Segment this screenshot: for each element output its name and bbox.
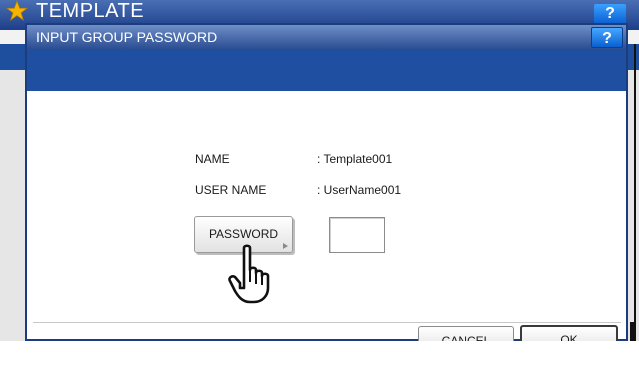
background-window-title: TEMPLATE [36, 0, 145, 22]
input-group-password-dialog: INPUT GROUP PASSWORD ? NAME : Template00… [25, 23, 628, 341]
user-name-value: : UserName001 [317, 183, 402, 197]
footer-divider [33, 322, 621, 323]
name-value: : Template001 [317, 152, 393, 166]
background-edge-mark [630, 322, 635, 341]
background-help-button[interactable]: ? [594, 4, 626, 24]
star-icon [6, 0, 28, 22]
cancel-button[interactable]: CANCEL [418, 326, 514, 341]
help-button[interactable]: ? [591, 27, 623, 48]
dialog-header-band [27, 49, 626, 91]
background-edge [634, 44, 636, 341]
dialog-title: INPUT GROUP PASSWORD [36, 29, 218, 45]
password-field[interactable] [329, 217, 385, 253]
name-label: NAME [195, 152, 230, 166]
hand-pointer-icon [228, 244, 270, 304]
user-name-label: USER NAME [195, 183, 267, 197]
background-left-panel [0, 70, 26, 341]
triangle-right-icon [283, 243, 288, 249]
dialog-titlebar: INPUT GROUP PASSWORD ? [27, 25, 626, 49]
ok-button[interactable]: OK [520, 325, 618, 341]
password-button-label: PASSWORD [208, 227, 279, 241]
screen: TEMPLATE ? INPUT GROUP PASSWORD ? NAME :… [0, 0, 639, 341]
